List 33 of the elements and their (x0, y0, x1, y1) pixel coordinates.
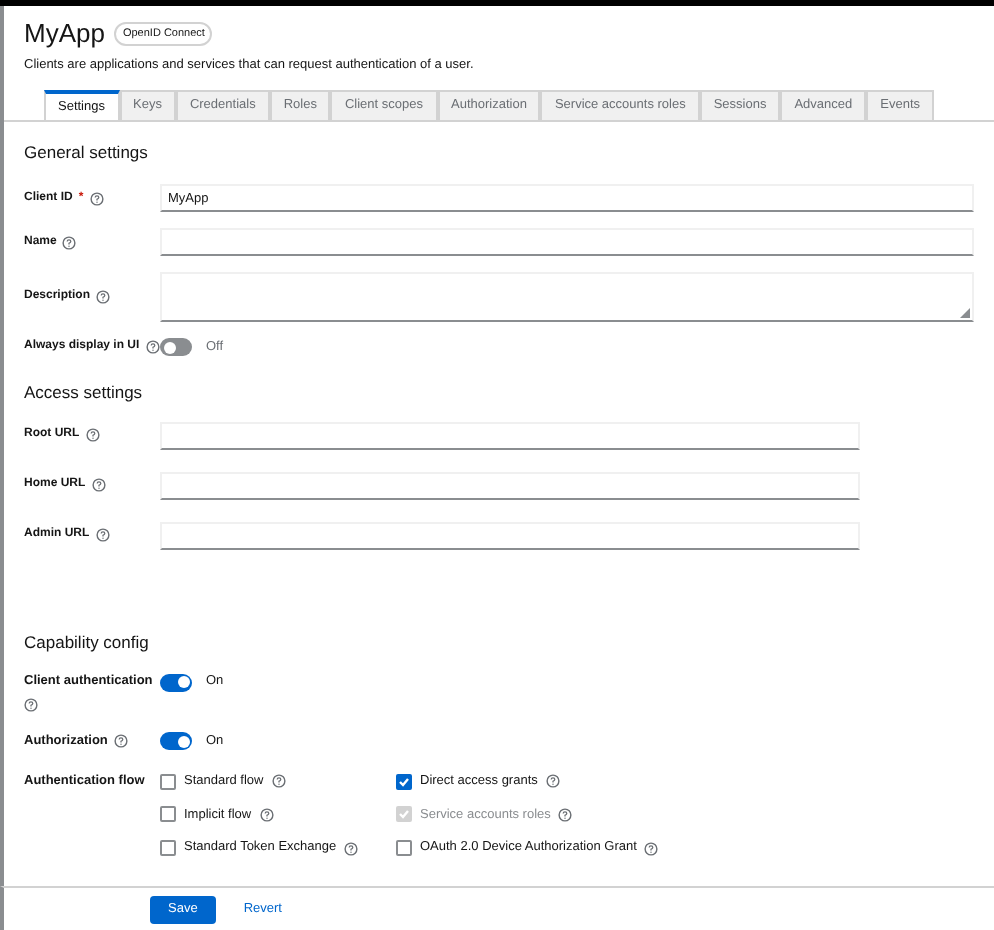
checkbox[interactable] (160, 806, 176, 823)
text-field[interactable] (160, 228, 974, 256)
help-icon[interactable] (91, 478, 106, 492)
help-icon[interactable] (85, 428, 100, 442)
checkbox[interactable] (160, 773, 176, 790)
text-area[interactable] (160, 272, 974, 322)
help-icon[interactable] (259, 807, 274, 822)
checkbox[interactable] (396, 840, 412, 857)
section-heading: Access settings (24, 379, 145, 405)
text-field[interactable] (160, 521, 860, 549)
section-heading: General settings (24, 140, 150, 166)
help-icon[interactable] (95, 528, 110, 542)
checkbox[interactable] (160, 840, 176, 857)
text-field[interactable] (160, 471, 860, 499)
help-icon[interactable] (89, 191, 104, 205)
section-heading: Capability config (24, 629, 151, 655)
resize-handle-icon[interactable] (960, 308, 970, 318)
help-icon[interactable] (145, 340, 160, 355)
help-icon[interactable] (644, 841, 659, 856)
page-title: MyApp (24, 16, 105, 52)
text-field[interactable] (160, 421, 860, 449)
checkbox[interactable] (396, 773, 412, 790)
help-icon[interactable] (271, 774, 286, 789)
help-icon[interactable] (113, 734, 128, 749)
help-icon[interactable] (62, 235, 77, 249)
help-icon[interactable] (96, 290, 111, 304)
toggle-switch[interactable] (160, 338, 192, 357)
help-icon[interactable] (24, 698, 38, 712)
help-icon[interactable] (344, 841, 359, 856)
help-icon[interactable] (558, 807, 573, 822)
help-icon[interactable] (545, 774, 560, 789)
toggle-switch[interactable] (160, 732, 192, 751)
toggle-switch[interactable] (160, 673, 192, 692)
